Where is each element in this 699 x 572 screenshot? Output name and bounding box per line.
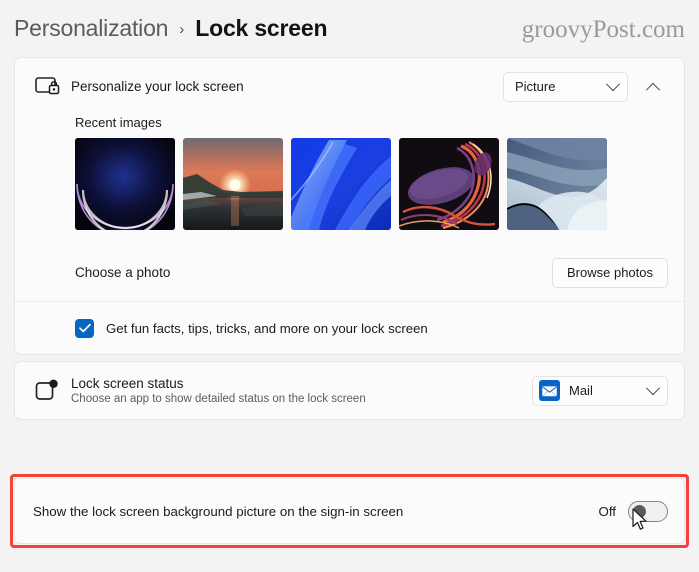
recent-images-list: [15, 138, 684, 230]
thumbnail-purple-orange-ribbons[interactable]: [399, 138, 499, 230]
chevron-up-icon: [646, 82, 660, 96]
breadcrumb-parent[interactable]: Personalization: [14, 15, 168, 42]
thumbnail-sunset-over-water[interactable]: [183, 138, 283, 230]
highlight-annotation: [10, 474, 689, 548]
lock-screen-status-subtitle: Choose an app to show detailed status on…: [71, 393, 532, 405]
thumbnail-dark-blue-purple-arc[interactable]: [75, 138, 175, 230]
lock-screen-status-icon: [31, 379, 71, 403]
lock-screen-status-row: Lock screen status Choose an app to show…: [15, 362, 684, 419]
watermark: groovyPost.com: [522, 16, 685, 44]
fun-facts-label: Get fun facts, tips, tricks, and more on…: [106, 321, 428, 336]
recent-images-label: Recent images: [15, 115, 684, 138]
lock-screen-type-value: Picture: [515, 79, 555, 94]
choose-photo-row: Choose a photo Browse photos: [15, 244, 684, 302]
page-header: Personalization › Lock screen groovyPost…: [0, 0, 699, 57]
lock-screen-status-card: Lock screen status Choose an app to show…: [14, 361, 685, 420]
lock-screen-status-text: Lock screen status Choose an app to show…: [71, 376, 532, 405]
checkmark-icon: [79, 323, 91, 333]
lock-screen-status-app-value: Mail: [569, 383, 593, 398]
lock-screen-type-dropdown[interactable]: Picture: [503, 72, 628, 102]
page-title: Lock screen: [195, 15, 327, 42]
lock-screen-status-title: Lock screen status: [71, 376, 532, 391]
chevron-down-icon: [646, 381, 660, 395]
personalize-lock-screen-card: Personalize your lock screen Picture Rec…: [14, 57, 685, 355]
personalize-title: Personalize your lock screen: [71, 79, 503, 94]
browse-photos-button[interactable]: Browse photos: [552, 258, 668, 288]
choose-photo-label: Choose a photo: [75, 265, 552, 280]
lock-screen-status-app-dropdown[interactable]: Mail: [532, 376, 668, 406]
breadcrumb-separator-icon: ›: [179, 21, 184, 38]
fun-facts-checkbox[interactable]: [75, 319, 94, 338]
chevron-down-icon: [606, 77, 620, 91]
fun-facts-row[interactable]: Get fun facts, tips, tricks, and more on…: [15, 302, 684, 354]
personalize-header-row: Personalize your lock screen Picture: [15, 58, 684, 115]
thumbnail-blue-gray-waves[interactable]: [507, 138, 607, 230]
lock-screen-icon: [31, 76, 71, 98]
mail-icon: [539, 380, 560, 401]
collapse-section-button[interactable]: [638, 72, 668, 102]
thumbnail-windows-blue-bloom[interactable]: [291, 138, 391, 230]
breadcrumb: Personalization › Lock screen: [14, 15, 327, 42]
